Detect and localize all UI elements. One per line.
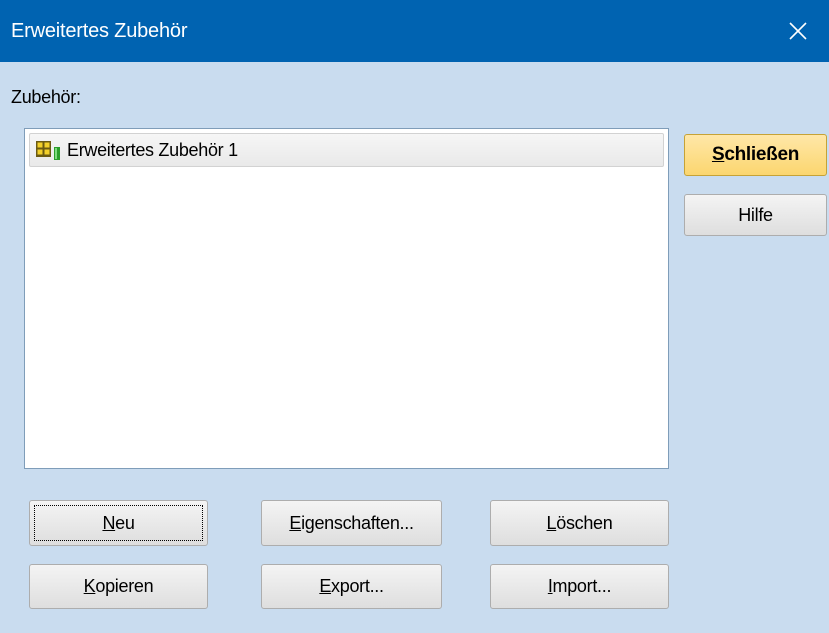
- copy-label: opieren: [95, 576, 154, 596]
- window-title: Erweitertes Zubehör: [11, 20, 188, 42]
- close-dialog-mnemonic: S: [711, 144, 725, 165]
- list-item[interactable]: Erweitertes Zubehör 1: [29, 133, 664, 167]
- accessory-list-label: Zubehör:: [11, 87, 81, 107]
- import-button[interactable]: Import...: [490, 564, 669, 609]
- new-label: eu: [115, 512, 135, 533]
- close-dialog-button[interactable]: Schließen: [684, 134, 827, 176]
- properties-label: igenschaften...: [301, 512, 414, 533]
- accessory-listbox[interactable]: Erweitertes Zubehör 1: [24, 128, 669, 469]
- help-label: Hilfe: [738, 204, 773, 225]
- delete-mnemonic: L: [546, 512, 557, 533]
- close-dialog-label: chließen: [724, 144, 800, 165]
- properties-button[interactable]: Eigenschaften...: [261, 500, 442, 546]
- close-icon: [789, 22, 807, 40]
- copy-mnemonic: K: [83, 576, 96, 596]
- export-mnemonic: E: [319, 576, 332, 596]
- delete-label: öschen: [556, 512, 613, 533]
- properties-mnemonic: E: [289, 512, 302, 533]
- close-button[interactable]: [767, 0, 829, 62]
- title-bar: Erweitertes Zubehör: [0, 0, 829, 62]
- help-button[interactable]: Hilfe: [684, 194, 827, 236]
- new-button[interactable]: Neu: [29, 500, 208, 546]
- new-mnemonic: N: [102, 512, 116, 533]
- export-label: xport...: [331, 576, 384, 596]
- copy-button[interactable]: Kopieren: [29, 564, 208, 609]
- export-button[interactable]: Export...: [261, 564, 442, 609]
- accessory-icon: [36, 141, 60, 160]
- delete-button[interactable]: Löschen: [490, 500, 669, 546]
- import-label: mport...: [552, 576, 612, 596]
- list-item-label: Erweitertes Zubehör 1: [67, 139, 238, 160]
